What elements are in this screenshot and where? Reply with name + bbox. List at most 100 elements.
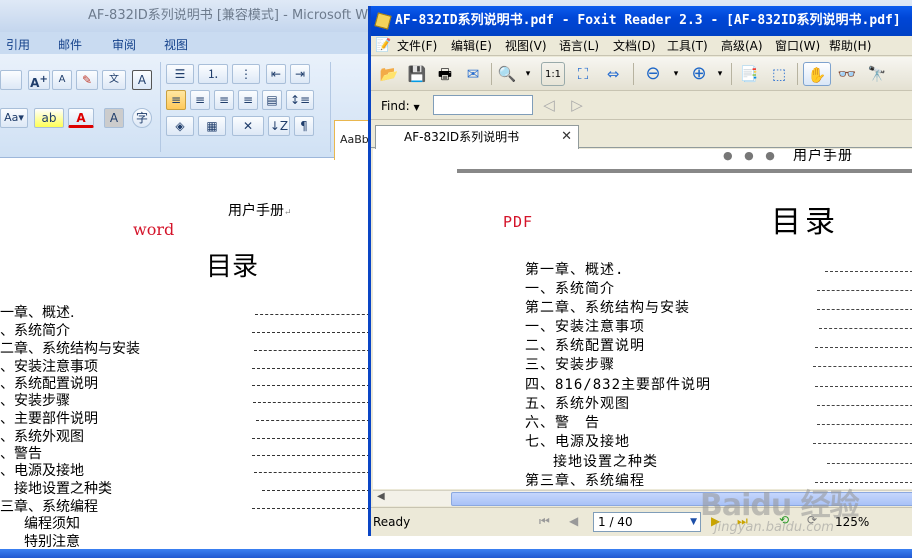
scroll-left-icon[interactable]: ◀ — [377, 491, 385, 502]
highlight-icon[interactable]: ab — [34, 108, 64, 128]
tab-review[interactable]: 审阅 — [112, 36, 136, 53]
menu-icon: 📝 — [375, 38, 392, 53]
foxit-toolbar: 📂 💾 🖶 ✉ 🔍 ▾ 1:1 ⛶ ⇔ ⊖ ▾ ⊕ ▾ 📑 ⬚ ✋ 👓 🔭 — [371, 57, 912, 91]
menu-window[interactable]: 窗口(W) — [775, 36, 820, 56]
next-page-icon[interactable]: ▶ — [711, 514, 720, 528]
find-label: Find: ▼ — [381, 99, 420, 113]
menu-document[interactable]: 文档(D) — [613, 36, 656, 56]
close-icon[interactable]: ✕ — [561, 126, 572, 148]
align-left-icon[interactable]: ≡ — [166, 90, 186, 110]
chevron-down-icon[interactable]: ▾ — [523, 62, 533, 86]
enclose-char-icon[interactable]: 字 — [132, 108, 152, 128]
word-document-page: 用户手册↵ word 目录 第一章、概述. 一、系统简介 第二章、系统结构与安装… — [0, 160, 380, 558]
chevron-down-icon[interactable]: ▼ — [413, 103, 419, 112]
actual-size-icon[interactable]: 1:1 — [541, 62, 565, 86]
full-screen-icon[interactable]: ⬚ — [767, 62, 791, 86]
clear-format-icon[interactable]: ✎ — [76, 70, 98, 90]
find-next-icon[interactable]: ▷ — [565, 93, 589, 117]
zoom-level[interactable]: 125% — [835, 514, 869, 530]
open-folder-icon[interactable]: 📂 — [377, 62, 401, 86]
pdf-toc-line: 第一章、概述. — [525, 262, 625, 278]
binoculars-icon[interactable]: 🔭 — [865, 62, 889, 86]
page-number-box[interactable]: 1 / 40 ▼ — [593, 512, 701, 532]
menu-help[interactable]: 帮助(H) — [829, 36, 871, 56]
hand-tool-icon[interactable]: ✋ — [803, 62, 831, 86]
grow-font-icon[interactable]: A+ — [28, 70, 50, 90]
toc-leader — [825, 271, 912, 272]
menu-file[interactable]: 文件(F) — [397, 36, 437, 56]
chinese-layout-icon[interactable]: ✕ — [232, 116, 264, 136]
print-icon[interactable]: 🖶 — [433, 62, 457, 86]
bullets-icon[interactable]: ☰ — [166, 64, 194, 84]
pdf-view[interactable]: ● ● ● 用户手册 PDF 目录 第一章、概述. 一、系统简介 第二章、系统结… — [373, 149, 912, 489]
first-page-icon[interactable]: ⏮ — [539, 514, 550, 529]
char-shading-icon[interactable]: A — [104, 108, 124, 128]
menu-language[interactable]: 语言(L) — [559, 36, 599, 56]
save-icon[interactable]: 💾 — [405, 62, 429, 86]
find-previous-icon[interactable]: ◁ — [537, 93, 561, 117]
char-border-icon[interactable]: A — [132, 70, 152, 90]
toc-leader — [817, 290, 912, 291]
font-size-box[interactable] — [0, 70, 22, 90]
scrollbar-thumb[interactable] — [451, 492, 912, 506]
zoom-in-icon[interactable]: ⊕ — [687, 62, 711, 86]
shrink-font-icon[interactable]: A — [52, 70, 72, 90]
show-marks-icon[interactable]: ¶ — [294, 116, 314, 136]
chevron-down-icon[interactable]: ▼ — [690, 513, 697, 531]
distributed-icon[interactable]: ▤ — [262, 90, 282, 110]
justify-icon[interactable]: ≡ — [238, 90, 258, 110]
toc-leader — [255, 314, 375, 315]
document-tab[interactable]: AF-832ID系列说明书 ✕ — [375, 125, 579, 149]
font-color-icon[interactable]: A — [68, 108, 94, 128]
line-spacing-icon[interactable]: ↕≡ — [286, 90, 314, 110]
align-center-icon[interactable]: ≡ — [190, 90, 210, 110]
toolbar-divider — [633, 63, 634, 85]
multilevel-list-icon[interactable]: ⋮ — [232, 64, 260, 84]
loupe-icon[interactable]: 👓 — [835, 62, 859, 86]
align-right-icon[interactable]: ≡ — [214, 90, 234, 110]
menu-advanced[interactable]: 高级(A) — [721, 36, 763, 56]
pdf-toc-line: 第二章、系统结构与安装 — [525, 300, 690, 316]
text-effect-icon[interactable]: Aa▾ — [0, 108, 28, 128]
foxit-title-text: AF-832ID系列说明书.pdf - Foxit Reader 2.3 - [… — [395, 13, 901, 28]
toc-line: 四、主要部件说明 — [0, 411, 98, 427]
annotation-word: word — [133, 220, 175, 239]
menu-tools[interactable]: 工具(T) — [667, 36, 708, 56]
email-icon[interactable]: ✉ — [461, 62, 485, 86]
pdf-toc-line: 一、安装注意事项 — [525, 319, 645, 335]
menu-edit[interactable]: 编辑(E) — [451, 36, 492, 56]
increase-indent-icon[interactable]: ⇥ — [290, 64, 310, 84]
fit-page-icon[interactable]: ⛶ — [571, 62, 595, 86]
decrease-indent-icon[interactable]: ⇤ — [266, 64, 286, 84]
toc-leader — [252, 332, 375, 333]
borders-icon[interactable]: ▦ — [198, 116, 226, 136]
toc-leader — [252, 438, 375, 439]
numbering-icon[interactable]: ⒈ — [198, 64, 228, 84]
desktop: { "word": { "title": "AF-832ID系列说明书 [兼容模… — [0, 0, 912, 558]
foxit-find-bar: Find: ▼ ◁ ▷ — [371, 92, 912, 120]
menu-view[interactable]: 视图(V) — [505, 36, 547, 56]
zoom-in-tool-icon[interactable]: 🔍 — [495, 62, 519, 86]
toc-leader — [815, 347, 912, 348]
foxit-title-bar[interactable]: AF-832ID系列说明书.pdf - Foxit Reader 2.3 - [… — [371, 6, 912, 36]
toc-leader — [262, 490, 375, 491]
tab-references[interactable]: 引用 — [6, 36, 30, 53]
phonetic-guide-icon[interactable]: 文 — [102, 70, 126, 90]
tab-view[interactable]: 视图 — [164, 36, 188, 53]
toc-title: 目录 — [206, 252, 259, 282]
horizontal-scrollbar[interactable]: ◀ — [373, 490, 912, 506]
go-forward-icon[interactable]: ⟳ — [807, 513, 817, 527]
last-page-icon[interactable]: ⏭ — [737, 514, 748, 529]
find-input[interactable] — [433, 95, 533, 115]
shading-icon[interactable]: ◈ — [166, 116, 194, 136]
fit-width-icon[interactable]: ⇔ — [601, 62, 625, 86]
go-back-icon[interactable]: ⟲ — [779, 513, 789, 527]
bookmark-panel-icon[interactable]: 📑 — [737, 62, 761, 86]
sort-icon[interactable]: ↓Z — [268, 116, 290, 136]
annotation-pdf: PDF — [503, 213, 534, 231]
chevron-down-icon[interactable]: ▾ — [715, 62, 725, 86]
zoom-out-icon[interactable]: ⊖ — [641, 62, 665, 86]
chevron-down-icon[interactable]: ▾ — [671, 62, 681, 86]
tab-mailings[interactable]: 邮件 — [58, 36, 82, 53]
previous-page-icon[interactable]: ◀ — [569, 514, 578, 528]
